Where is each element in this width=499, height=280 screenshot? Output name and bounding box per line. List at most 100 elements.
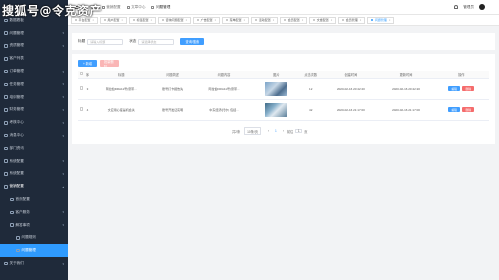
column-header: 创建时间	[323, 71, 379, 79]
sidebar-item[interactable]: 系统配置 ▾	[0, 168, 68, 181]
edit-button[interactable]: 编辑	[448, 86, 461, 91]
tab-label: 标签配置	[136, 18, 149, 22]
page-size-select[interactable]: 10条/页	[244, 127, 261, 135]
close-icon[interactable]: ×	[151, 19, 153, 22]
current-page[interactable]: 1	[275, 129, 277, 133]
close-icon[interactable]: ×	[186, 19, 188, 22]
row-content: 中东经济(托尔) 包括...	[193, 99, 255, 121]
menu-item-icon	[4, 261, 8, 266]
sidebar-item-label: 订单管理	[9, 69, 24, 74]
prev-page-button[interactable]: ‹	[268, 129, 269, 133]
delete-button[interactable]: 删除	[462, 86, 475, 91]
avatar[interactable]	[479, 4, 485, 10]
delete-button[interactable]: 删除	[462, 107, 475, 112]
row-clicks: 12	[298, 78, 324, 100]
sidebar-item[interactable]: 问题管理 ▾	[0, 27, 68, 40]
sidebar-item[interactable]: 客户服务 ▾	[0, 206, 68, 219]
sidebar: 数据看板 问题管理 ▾ 资质管理 ▾ 客户列表 订单管理 ▾ 任务管理 ▾ 培训管理 ▾ 财务管理 ▾ 考核…	[0, 0, 68, 280]
sidebar-item-label: 任务管理	[9, 81, 24, 86]
tab-label: 问题管理	[374, 18, 387, 22]
close-icon[interactable]: ×	[331, 19, 333, 22]
sidebar-item[interactable]: 任务管理 ▾	[0, 78, 68, 91]
sidebar-item[interactable]: 部门资讯	[0, 142, 68, 155]
close-icon[interactable]: ×	[389, 19, 391, 22]
chevron-icon: ▾	[62, 223, 64, 228]
sidebar-item[interactable]: 培训管理 ▾	[0, 91, 68, 104]
batch-delete-button[interactable]: 批量删除	[100, 60, 119, 69]
row-checkbox[interactable]	[79, 107, 83, 111]
close-icon[interactable]: ×	[122, 19, 124, 22]
menu-item-icon	[4, 44, 8, 48]
select-all-checkbox[interactable]	[79, 72, 83, 76]
tab-item[interactable]: 问题管理 ×	[367, 16, 395, 24]
tab-bar: 平台配置 × 用户配置 × 标签配置 × 咨询问题配置 × 广告配置 × 菜单配置 × 活动配置 × 会员配…	[68, 15, 499, 26]
row-image-cell	[254, 78, 299, 100]
sidebar-item[interactable]: 消息中心 ▾	[0, 129, 68, 142]
chevron-icon: ▾	[62, 82, 64, 87]
edit-button[interactable]: 编辑	[448, 107, 461, 112]
sidebar-item[interactable]: 客户列表	[0, 52, 68, 65]
tab-dot-icon	[133, 19, 136, 21]
status-select[interactable]: 请选择状态	[138, 38, 175, 45]
menu-item-icon	[4, 82, 8, 87]
close-icon[interactable]: ×	[215, 19, 217, 22]
sidebar-item[interactable]: 问题管理	[0, 244, 68, 258]
tab-dot-icon	[284, 19, 287, 21]
tab-item[interactable]: 活动配置 ×	[251, 16, 279, 24]
search-button[interactable]: 查询/搜索	[180, 38, 205, 45]
menu-item-icon	[4, 18, 8, 23]
menu-item-icon	[4, 57, 8, 61]
tab-item[interactable]: 咨询问题配置 ×	[158, 16, 192, 24]
tab-item[interactable]: 文章配置 ×	[309, 16, 337, 24]
menu-item-icon	[4, 172, 8, 176]
questions-table: 序标题 问题简述 问题内容 图片 点击次数 创建时间 更新时间 操作 3 阿拉伯DRA11号(意…	[78, 71, 489, 121]
close-icon[interactable]: ×	[302, 19, 304, 22]
tab-item[interactable]: 会员配置 ×	[280, 16, 308, 24]
sidebar-item[interactable]: 营销配置 ▴	[0, 180, 68, 193]
close-icon[interactable]: ×	[273, 19, 275, 22]
sidebar-item-label: 关于我们	[9, 261, 24, 266]
chevron-icon: ▾	[62, 95, 64, 100]
tab-item[interactable]: 用户配置 ×	[100, 16, 128, 24]
tab-dot-icon	[197, 19, 200, 21]
sidebar-item[interactable]: 问题规则	[0, 232, 68, 245]
sidebar-item-label: 客户服务	[15, 209, 30, 214]
sidebar-item-label: 问题规则	[21, 235, 36, 240]
title-search-input[interactable]: 请输入标题	[87, 38, 124, 45]
menu-item-icon	[4, 159, 8, 163]
sidebar-item-label: 财务管理	[9, 107, 24, 112]
goto-page-input[interactable]: 1	[295, 129, 303, 133]
close-icon[interactable]: ×	[244, 19, 246, 22]
close-icon[interactable]: ×	[360, 19, 362, 22]
sidebar-item[interactable]: 关于我们 ▾	[0, 257, 68, 270]
sidebar-item[interactable]: 解答事项 ▾	[0, 219, 68, 232]
sidebar-item[interactable]: 考核中心 ▾	[0, 116, 68, 129]
menu-item-icon	[10, 210, 14, 215]
row-updated: 2020-02-16 20:42:20	[378, 78, 434, 100]
header-right: 管理员	[454, 4, 485, 10]
sidebar-item[interactable]: 首页配置	[0, 193, 68, 206]
sidebar-item[interactable]: 财务管理 ▾	[0, 104, 68, 117]
tab-item[interactable]: 广告配置 ×	[193, 16, 221, 24]
sidebar-item[interactable]: 系统配置 ▾	[0, 155, 68, 168]
user-name[interactable]: 管理员	[463, 5, 474, 10]
tab-item[interactable]: 会员管理 ×	[338, 16, 366, 24]
next-page-button[interactable]: ›	[283, 129, 284, 133]
breadcrumb-item[interactable]: 文章中心	[126, 5, 145, 10]
folder-icon	[101, 5, 105, 9]
tab-item[interactable]: 标签配置 ×	[129, 16, 157, 24]
column-header: 点击次数	[298, 71, 324, 79]
breadcrumb-item[interactable]: 营销配置	[101, 5, 121, 10]
tab-label: 会员管理	[345, 18, 358, 22]
row-checkbox[interactable]	[79, 86, 83, 90]
sidebar-item[interactable]: 订单管理 ▾	[0, 65, 68, 78]
bell-icon[interactable]	[454, 5, 459, 9]
add-button[interactable]: + 新增	[78, 60, 97, 67]
sidebar-item[interactable]: 资质管理 ▾	[0, 40, 68, 53]
row-thumbnail[interactable]	[265, 81, 288, 96]
row-thumbnail[interactable]	[265, 102, 288, 117]
chevron-icon: ▾	[62, 171, 64, 176]
sidebar-item-label: 考核中心	[9, 120, 24, 125]
tab-item[interactable]: 菜单配置 ×	[222, 16, 250, 24]
menu-item-icon	[16, 248, 20, 253]
